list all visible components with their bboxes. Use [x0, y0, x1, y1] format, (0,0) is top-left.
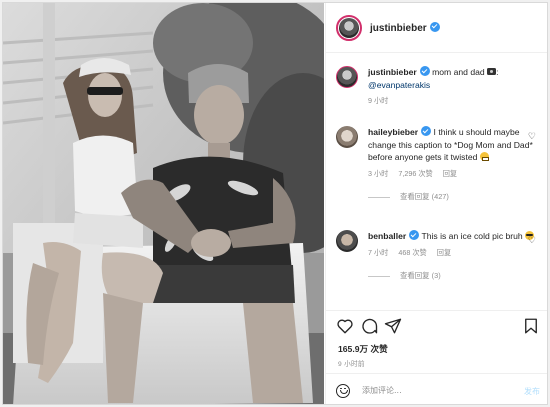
emoji-icon[interactable] — [336, 383, 350, 398]
comment-like-heart-icon[interactable]: ♡ — [528, 130, 536, 143]
instagram-post-window: justinbieber justinbieber mom and dad : … — [2, 2, 548, 405]
post-timestamp[interactable]: 9 小时前 — [338, 358, 365, 368]
commenter-avatar[interactable] — [336, 230, 358, 252]
comment-username[interactable]: haileybieber — [368, 127, 418, 137]
verified-icon — [409, 230, 420, 240]
like-count[interactable]: 165.9万 次赞 — [338, 343, 388, 355]
post-header: justinbieber — [326, 3, 547, 53]
view-replies-button[interactable]: 查看回复 (3) — [368, 270, 538, 283]
comment-composer: 发布 — [326, 373, 547, 404]
camera-emoji-icon — [487, 68, 497, 75]
author-avatar[interactable] — [336, 14, 362, 41]
share-icon[interactable] — [384, 317, 402, 335]
reply-button[interactable]: 回复 — [443, 169, 457, 178]
heart-icon[interactable] — [336, 317, 354, 335]
replies-divider — [368, 275, 390, 277]
caption-time[interactable]: 9 小时 — [368, 96, 388, 105]
author-avatar-small[interactable] — [336, 66, 358, 88]
author-username[interactable]: justinbieber — [370, 21, 440, 34]
grin-emoji-icon — [479, 152, 489, 161]
verified-icon — [421, 126, 432, 136]
replies-divider — [368, 196, 390, 198]
reply-button[interactable]: 回复 — [437, 248, 451, 257]
post-actions: 165.9万 次赞 9 小时前 发布 — [326, 310, 547, 404]
caption-mention-link[interactable]: @evanpaterakis — [368, 80, 430, 90]
comment-likes[interactable]: 468 次赞 — [398, 248, 426, 257]
bookmark-icon[interactable] — [522, 317, 540, 335]
commenter-avatar[interactable] — [336, 126, 358, 148]
verified-icon — [419, 66, 430, 76]
caption-text: mom and dad — [432, 67, 485, 77]
comment-item: haileybieber I think u should maybe chan… — [336, 126, 538, 204]
post-comment-button[interactable]: 发布 — [524, 386, 540, 397]
caption-username[interactable]: justinbieber — [368, 67, 417, 77]
post-photo[interactable] — [3, 3, 324, 404]
comment-like-heart-icon[interactable]: ♡ — [528, 234, 536, 247]
comment-item: benballer This is an ice cold pic bruh 7… — [336, 230, 538, 283]
view-replies-button[interactable]: 查看回复 (427) — [368, 191, 538, 204]
comment-input[interactable] — [362, 386, 502, 395]
photo-illustration — [3, 3, 324, 404]
post-caption: justinbieber mom and dad : @evanpateraki… — [336, 66, 538, 108]
post-side-panel: justinbieber justinbieber mom and dad : … — [325, 3, 547, 404]
comment-likes[interactable]: 7,296 次赞 — [398, 169, 432, 178]
comment-time[interactable]: 7 小时 — [368, 248, 388, 257]
comment-username[interactable]: benballer — [368, 231, 406, 241]
comment-text: This is an ice cold pic bruh — [421, 231, 523, 241]
comments-list: justinbieber mom and dad : @evanpateraki… — [326, 54, 547, 310]
verified-icon — [429, 21, 440, 32]
comment-time[interactable]: 3 小时 — [368, 169, 388, 178]
comment-icon[interactable] — [360, 317, 378, 335]
